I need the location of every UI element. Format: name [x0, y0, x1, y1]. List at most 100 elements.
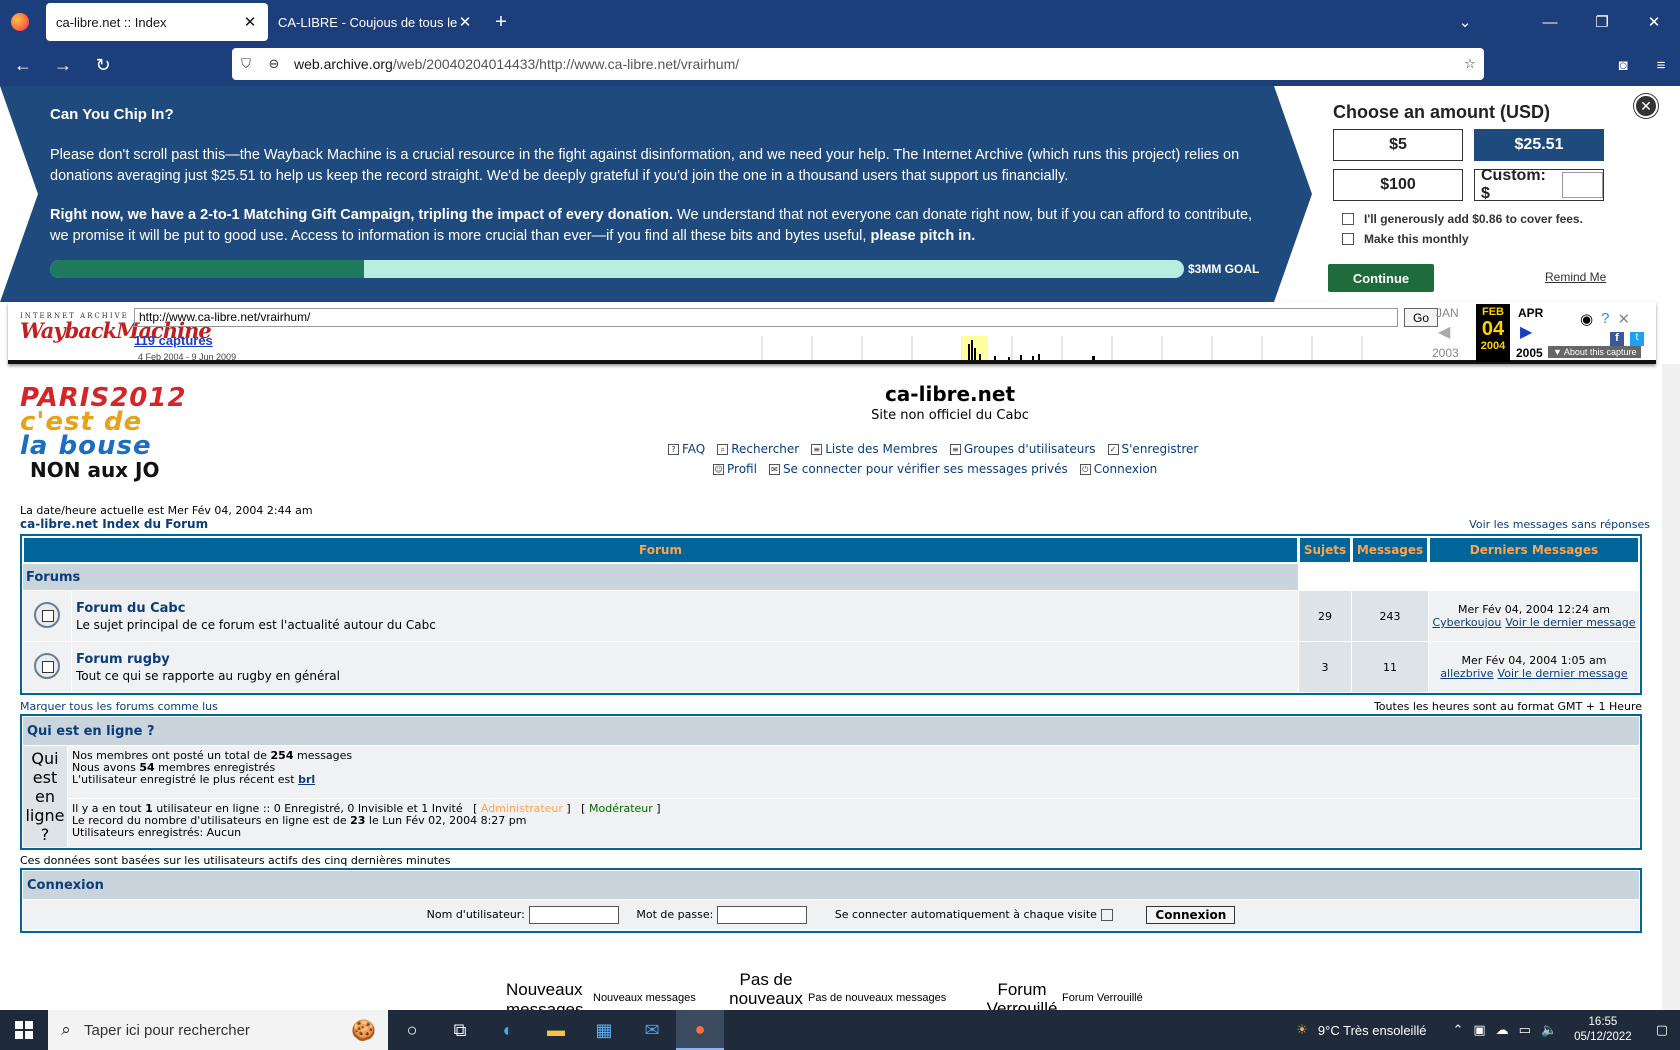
current-capture-date: FEB 04 2004 — [1476, 304, 1510, 362]
back-icon[interactable]: ← — [6, 48, 40, 82]
help-icon[interactable]: ? — [1601, 310, 1609, 328]
store-icon[interactable]: ▦ — [580, 1010, 628, 1050]
address-bar[interactable]: ⛉ ⊖ web.archive.org/web/20040204014433/h… — [232, 48, 1484, 80]
close-icon[interactable]: ✕ — [457, 13, 473, 31]
category-forums[interactable]: Forums — [23, 564, 1298, 590]
unanswered-posts-link[interactable]: Voir les messages sans réponses — [1469, 518, 1650, 531]
nav-private-messages[interactable]: ✉ Se connecter pour vérifier ses messages… — [768, 462, 1068, 476]
cortana-icon[interactable]: ○ — [388, 1010, 436, 1050]
facebook-icon[interactable]: f — [1610, 332, 1624, 346]
shield-icon[interactable]: ⛉ — [232, 56, 260, 72]
nav-profile[interactable]: ☺ Profil — [713, 462, 757, 476]
tab-ca-libre-coujous[interactable]: CA-LIBRE - Coujous de tous les pays ✕ — [268, 3, 483, 41]
last-post-link[interactable]: Voir le dernier message — [1505, 616, 1635, 629]
wayback-go-button[interactable]: Go — [1404, 308, 1438, 327]
nav-search[interactable]: ⌕ Rechercher — [717, 442, 799, 456]
who-is-online-title[interactable]: Qui est en ligne ? — [23, 717, 1639, 745]
page-scrollbar[interactable] — [1662, 364, 1680, 1010]
close-toolbar-icon[interactable]: ✕ — [1617, 310, 1630, 328]
taskbar-search[interactable]: ⌕ Taper ici pour rechercher 🍪 — [48, 1010, 388, 1050]
window-close-icon[interactable]: ✕ — [1628, 13, 1680, 31]
custom-amount-input[interactable] — [1562, 172, 1603, 198]
edge-icon[interactable]: ◐ — [484, 1010, 532, 1050]
breadcrumb[interactable]: ca-libre.net Index du Forum — [20, 517, 208, 531]
list-tabs-icon[interactable]: ⌄ — [1450, 13, 1480, 31]
clock[interactable]: 16:55 05/12/2022 — [1562, 1015, 1644, 1045]
account-icon[interactable]: ◉ — [1580, 310, 1593, 328]
captures-link[interactable]: 119 captures — [134, 333, 213, 348]
menu-icon[interactable]: ≡ — [1642, 57, 1680, 74]
file-explorer-icon[interactable]: ▬ — [532, 1010, 580, 1050]
amount-100-button[interactable]: $100 — [1333, 169, 1463, 201]
tab-ca-libre-index[interactable]: ca-libre.net :: Index ✕ — [46, 3, 268, 41]
nav-register[interactable]: ✓ S'enregistrer — [1107, 442, 1198, 456]
mark-all-read-link[interactable]: Marquer tous les forums comme lus — [20, 700, 218, 713]
legend-nonew-label: Pas de nouveaux messages — [808, 992, 947, 1004]
remind-me-link[interactable]: Remind Me — [1545, 270, 1606, 284]
volume-icon[interactable]: 🔈 — [1536, 1022, 1562, 1038]
autologin-checkbox[interactable] — [1100, 909, 1113, 921]
last-post-user-link[interactable]: Cyberkoujou — [1432, 616, 1501, 629]
nav-groups[interactable]: ≡ Groupes d'utilisateurs — [949, 442, 1096, 456]
forum-name-link[interactable]: Forum rugby — [76, 652, 1294, 667]
close-banner-icon[interactable]: ✕ — [1634, 94, 1658, 118]
close-icon[interactable]: ✕ — [242, 13, 258, 31]
checkbox-box[interactable] — [1342, 233, 1354, 245]
nav-members[interactable]: ≡ Liste des Membres — [811, 442, 938, 456]
firefox-taskbar-icon[interactable]: ● — [676, 1010, 724, 1050]
prev-capture-icon[interactable]: ◀ — [1438, 322, 1450, 342]
pocket-icon[interactable]: ◙ — [1604, 57, 1642, 74]
login-button[interactable]: Connexion — [1146, 906, 1236, 924]
tab-title: CA-LIBRE - Coujous de tous les pays — [278, 14, 457, 30]
mail-icon[interactable]: ✉ — [628, 1010, 676, 1050]
username-input[interactable] — [528, 906, 619, 924]
last-post-link[interactable]: Voir le dernier message — [1498, 667, 1628, 680]
bookmark-star-icon[interactable]: ☆ — [1456, 56, 1484, 72]
amount-5-button[interactable]: $5 — [1333, 129, 1463, 161]
forum-name-link[interactable]: Forum du Cabc — [76, 601, 1294, 616]
weather-text[interactable]: 9°C Très ensoleillé — [1313, 1023, 1432, 1038]
monthly-checkbox[interactable]: Make this monthly — [1342, 232, 1469, 246]
network-icon[interactable]: ▭ — [1514, 1022, 1536, 1038]
forum-posts-count: 11 — [1352, 642, 1428, 692]
forum-posts-count: 243 — [1352, 591, 1428, 641]
checkbox-box[interactable] — [1342, 213, 1354, 225]
meet-now-icon[interactable]: ▣ — [1468, 1022, 1490, 1038]
about-capture-button[interactable]: ▼ About this capture — [1548, 346, 1642, 358]
prev-month[interactable]: JAN — [1436, 306, 1459, 320]
wayback-url-input[interactable]: http://www.ca-libre.net/vrairhum/ — [134, 308, 1398, 327]
twitter-icon[interactable]: t — [1630, 332, 1644, 346]
newest-member-link[interactable]: brl — [298, 773, 315, 786]
last-post-user-link[interactable]: allezbrive — [1440, 667, 1493, 680]
url-text[interactable]: web.archive.org/web/20040204014433/http:… — [288, 56, 1456, 72]
forum-topics-count: 3 — [1299, 642, 1351, 692]
online-number: 23 — [350, 814, 366, 827]
next-capture-icon[interactable]: ▶ — [1520, 322, 1532, 342]
password-input[interactable] — [717, 906, 808, 924]
page-info-icon[interactable]: ⊖ — [260, 56, 288, 72]
cover-fees-checkbox[interactable]: I'll generously add $0.86 to cover fees. — [1342, 212, 1583, 226]
next-month[interactable]: APR — [1518, 306, 1543, 320]
task-view-icon[interactable]: ⧉ — [436, 1010, 484, 1050]
forward-icon[interactable]: → — [46, 48, 80, 82]
site-logo[interactable]: PARIS2012 c'est de la bouse NON aux JO — [20, 385, 220, 482]
minimize-icon[interactable]: — — [1524, 14, 1576, 31]
nav-login[interactable]: ⏻ Connexion — [1079, 462, 1157, 476]
nav-faq[interactable]: ? FAQ — [668, 442, 705, 456]
login-title[interactable]: Connexion — [23, 871, 1639, 899]
onedrive-icon[interactable]: ☁ — [1491, 1022, 1514, 1038]
capture-sparkline[interactable] — [758, 336, 1398, 360]
weather-icon[interactable]: ☀ — [1291, 1022, 1313, 1038]
tab-title: ca-libre.net :: Index — [56, 14, 167, 30]
amount-25-button[interactable]: $25.51 — [1474, 129, 1604, 161]
wayback-logo[interactable]: INTERNET ARCHIVE WaybackMachine — [20, 312, 212, 342]
notifications-icon[interactable]: ▢ — [1644, 1022, 1680, 1038]
continue-button[interactable]: Continue — [1328, 264, 1434, 292]
restore-icon[interactable]: ❐ — [1576, 13, 1628, 31]
custom-amount-field[interactable]: Custom: $ — [1474, 167, 1604, 202]
start-button[interactable] — [0, 1010, 48, 1050]
firefox-icon[interactable] — [0, 0, 40, 44]
chevron-up-icon[interactable]: ⌃ — [1447, 1022, 1468, 1038]
reload-icon[interactable]: ↻ — [86, 48, 120, 82]
new-tab-button[interactable]: + — [483, 3, 519, 41]
